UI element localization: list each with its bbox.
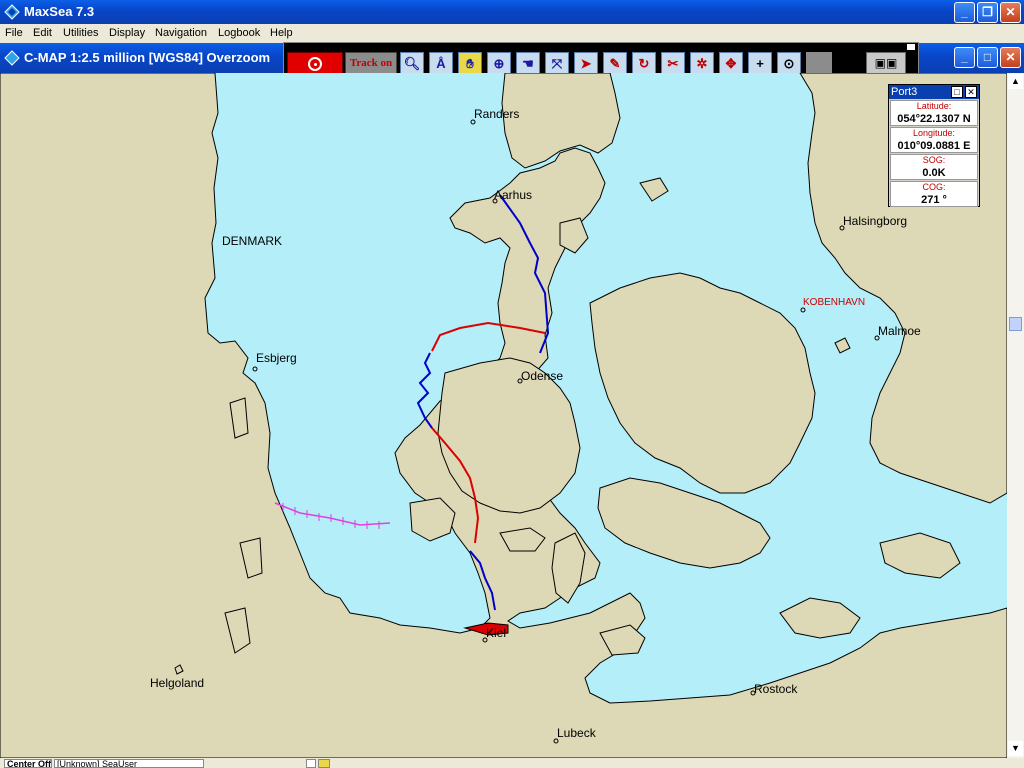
track-on-button[interactable]: Track on — [345, 52, 397, 75]
island-samso — [559, 217, 589, 254]
chart-window-title: C-MAP 1:2.5 million [WGS84] Overzoom — [24, 50, 271, 65]
scroll-thumb[interactable] — [1009, 317, 1022, 331]
menu-bar: File Edit Utilities Display Navigation L… — [0, 24, 1024, 43]
sog-value: 0.0K — [922, 167, 946, 179]
sog-cell: SOG: 0.0K — [890, 154, 978, 180]
scroll-up-icon[interactable]: ▲ — [1008, 74, 1023, 89]
zoom-icon[interactable]: 🔍︎ — [400, 52, 424, 75]
place-rostock: Rostock — [754, 682, 798, 696]
cog-cell: COG: 271 ° — [890, 181, 978, 207]
nav-panel-close-icon[interactable]: ✕ — [965, 86, 977, 98]
user-status: [Unknown] SeaUser — [54, 759, 204, 768]
island-bornholm-frag — [879, 532, 961, 579]
land-zealand — [589, 272, 816, 494]
app-titlebar[interactable]: MaxSea 7.3 _ ❐ ✕ — [0, 0, 1024, 24]
place-halsingborg: Halsingborg — [843, 214, 908, 228]
menu-help[interactable]: Help — [270, 27, 293, 39]
cog-value: 271 ° — [921, 194, 947, 206]
menu-display[interactable]: Display — [109, 27, 145, 39]
sog-label: SOG: — [922, 155, 946, 165]
island-anholt — [639, 177, 669, 202]
place-denmark: DENMARK — [222, 234, 283, 248]
place-kiel: Kiel — [486, 626, 507, 640]
latitude-value: 054°22.1307 N — [897, 113, 971, 125]
center-toggle[interactable]: Center Off — [4, 759, 52, 768]
maxsea-app: MaxSea 7.3 _ ❐ ✕ File Edit Utilities Dis… — [0, 0, 1024, 768]
island-rugen — [779, 597, 861, 639]
menu-logbook[interactable]: Logbook — [218, 27, 260, 39]
compass-divider-icon[interactable]: Å — [429, 52, 453, 75]
longitude-label: Longitude: — [912, 128, 956, 138]
app-title: MaxSea 7.3 — [24, 4, 95, 19]
place-malmoe: Malmoe — [878, 324, 921, 338]
crosshair-icon[interactable]: ⊕ — [487, 52, 511, 75]
minimize-button[interactable]: _ — [954, 2, 975, 23]
grab-icon[interactable]: ☚ — [516, 52, 540, 75]
scroll-down-icon[interactable]: ▼ — [1008, 741, 1023, 756]
move-arrows-icon[interactable]: ✥ — [719, 52, 743, 75]
chart-toolbar: Track on 🔍︎ Å ✋︎ ⊕ ☚ ⤧ ➤ ✎ ↻ ✂ ✲ ✥ + ⊙ ▣… — [283, 42, 919, 76]
status-bar: Center Off [Unknown] SeaUser — [0, 758, 1024, 768]
toolbar-spacer-gray — [806, 52, 832, 75]
pencil-icon[interactable]: ✎ — [603, 52, 627, 75]
nav-panel-title: Port3 — [891, 86, 918, 98]
cog-label: COG: — [922, 182, 946, 192]
toolbar-spacer-black — [835, 52, 861, 75]
toolbar-float-handle[interactable] — [906, 43, 916, 51]
rotate-icon[interactable]: ↻ — [632, 52, 656, 75]
place-aarhus: Aarhus — [494, 188, 533, 202]
chart-svg — [0, 73, 1007, 758]
hand-pan-icon[interactable]: ✋︎ — [458, 52, 482, 75]
pointer-arrow-icon[interactable]: ➤ — [574, 52, 598, 75]
record-dot-icon — [314, 63, 317, 66]
place-kobenhavn: KOBENHAVN — [803, 297, 866, 308]
island-langeland — [551, 532, 586, 604]
status-indicator-1 — [306, 759, 316, 768]
latitude-cell: Latitude: 054°22.1307 N — [890, 100, 978, 126]
nav-data-panel[interactable]: Port3 □ ✕ Latitude: 054°22.1307 N Longit… — [888, 84, 980, 207]
place-odense: Odense — [521, 369, 564, 383]
maxsea-logo-icon — [4, 4, 20, 20]
nav-panel-maximize-icon[interactable]: □ — [951, 86, 963, 98]
chart-maximize-button[interactable]: □ — [977, 47, 998, 68]
menu-utilities[interactable]: Utilities — [63, 27, 98, 39]
nautical-chart[interactable]: Randers Aarhus DENMARK Halsingborg KOBEN… — [0, 73, 1007, 758]
chart-minimize-button[interactable]: _ — [954, 47, 975, 68]
record-button[interactable] — [287, 52, 343, 75]
close-button[interactable]: ✕ — [1000, 2, 1021, 23]
place-esbjerg: Esbjerg — [256, 351, 297, 365]
plus-icon[interactable]: + — [748, 52, 772, 75]
border-line — [274, 502, 391, 526]
place-lubeck: Lubeck — [557, 726, 596, 740]
longitude-cell: Longitude: 010°09.0881 E — [890, 127, 978, 153]
menu-navigation[interactable]: Navigation — [155, 27, 207, 39]
island-hven — [834, 337, 851, 354]
menu-file[interactable]: File — [5, 27, 23, 39]
place-helgoland: Helgoland — [150, 676, 205, 690]
chart-window-icon — [4, 50, 20, 66]
scissors-icon[interactable]: ✂ — [661, 52, 685, 75]
route-icon[interactable]: ⤧ — [545, 52, 569, 75]
status-indicator-2 — [318, 759, 330, 768]
window-layout-icon[interactable]: ▣▣ — [866, 52, 906, 75]
menu-edit[interactable]: Edit — [33, 27, 52, 39]
place-randers: Randers — [474, 107, 520, 121]
latitude-label: Latitude: — [916, 101, 952, 111]
vertical-scrollbar[interactable]: ▲ ▼ — [1007, 73, 1024, 758]
target-star-icon[interactable]: ✲ — [690, 52, 714, 75]
chart-close-button[interactable]: ✕ — [1000, 47, 1021, 68]
restore-button[interactable]: ❐ — [977, 2, 998, 23]
longitude-value: 010°09.0881 E — [897, 140, 971, 152]
center-dot-icon[interactable]: ⊙ — [777, 52, 801, 75]
